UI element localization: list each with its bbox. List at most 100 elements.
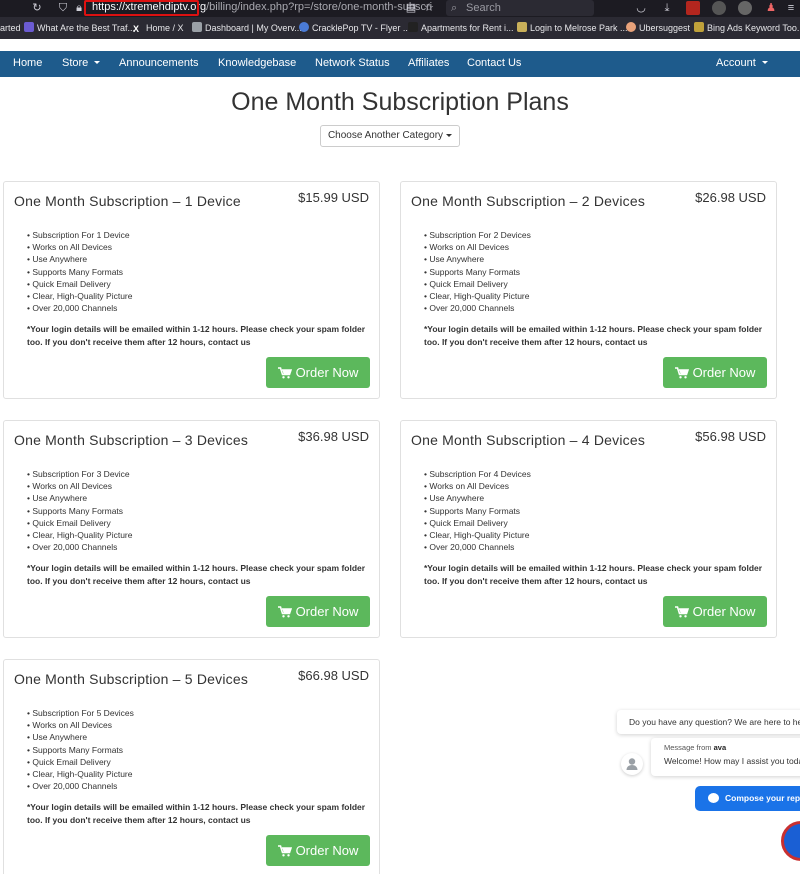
chat-message-bubble: Message from ava Welcome! How may I assi… bbox=[651, 738, 800, 776]
bookmark-star-icon[interactable]: ☆ bbox=[422, 1, 436, 15]
chevron-down-icon bbox=[94, 61, 101, 64]
order-now-label: Order Now bbox=[295, 843, 359, 858]
feature-item: Subscription For 5 Devices bbox=[27, 707, 134, 719]
search-placeholder: Search bbox=[466, 2, 501, 14]
extension-icon[interactable] bbox=[738, 1, 752, 15]
menu-icon[interactable]: ≡ bbox=[784, 1, 798, 15]
bookmark-item[interactable]: Bing Ads Keyword Too... bbox=[694, 22, 800, 36]
order-now-button[interactable]: Order Now bbox=[663, 357, 767, 388]
product-card: One Month Subscription – 2 Devices $26.9… bbox=[400, 181, 777, 399]
feature-item: Quick Email Delivery bbox=[27, 278, 133, 290]
choose-category-button[interactable]: Choose Another Category bbox=[320, 125, 460, 147]
bookmark-item[interactable]: What Are the Best Traf... bbox=[24, 22, 135, 36]
feature-item: Works on All Devices bbox=[424, 480, 531, 492]
agent-name: ava bbox=[713, 743, 727, 752]
nav-store-label: Store bbox=[62, 57, 89, 69]
bookmark-item[interactable]: Dashboard | My Overv... bbox=[192, 22, 302, 36]
favicon-icon bbox=[626, 22, 636, 32]
download-icon[interactable]: ⤓ bbox=[660, 1, 674, 15]
order-now-button[interactable]: Order Now bbox=[266, 596, 370, 627]
delivery-note: *Your login details will be emailed with… bbox=[27, 324, 366, 347]
order-now-label: Order Now bbox=[295, 365, 359, 380]
chevron-down-icon bbox=[446, 134, 453, 137]
order-now-button[interactable]: Order Now bbox=[266, 835, 370, 866]
nav-account[interactable]: Account bbox=[716, 57, 768, 69]
nav-account-label: Account bbox=[716, 57, 756, 69]
bookmark-item[interactable]: Apartments for Rent i... bbox=[408, 22, 514, 36]
nav-network-status[interactable]: Network Status bbox=[315, 57, 390, 69]
chat-launcher-button[interactable] bbox=[781, 821, 800, 861]
favicon-icon bbox=[694, 22, 704, 32]
feature-item: Supports Many Formats bbox=[27, 266, 133, 278]
extension-icon[interactable] bbox=[712, 1, 726, 15]
feature-list: Subscription For 2 Devices Works on All … bbox=[424, 229, 531, 314]
bookmarks-bar: arted What Are the Best Traf... X Home / … bbox=[0, 17, 800, 39]
pocket-icon[interactable]: ◡ bbox=[634, 1, 648, 15]
product-title: One Month Subscription – 3 Devices bbox=[14, 432, 249, 448]
page-title: One Month Subscription Plans bbox=[231, 88, 569, 116]
nav-announcements[interactable]: Announcements bbox=[119, 57, 199, 69]
feature-item: Supports Many Formats bbox=[27, 505, 133, 517]
search-icon: ⌕ bbox=[451, 2, 458, 14]
feature-item: Clear, High-Quality Picture bbox=[27, 529, 132, 541]
feature-list: Subscription For 3 Device Works on All D… bbox=[27, 468, 133, 553]
user-icon bbox=[626, 758, 638, 770]
feature-item: Supports Many Formats bbox=[27, 744, 134, 756]
feature-list: Subscription For 4 Devices Works on All … bbox=[424, 468, 531, 553]
nav-contact-us[interactable]: Contact Us bbox=[467, 57, 521, 69]
product-title: One Month Subscription – 1 Device bbox=[14, 193, 241, 209]
reader-view-icon[interactable]: ▤ bbox=[404, 1, 418, 15]
order-now-label: Order Now bbox=[295, 604, 359, 619]
extension-icon[interactable] bbox=[686, 1, 700, 15]
cart-icon bbox=[277, 845, 292, 857]
feature-item: Use Anywhere bbox=[27, 731, 134, 743]
favicon-icon bbox=[299, 22, 309, 32]
chat-greeting-bubble[interactable]: Do you have any question? We are here to… bbox=[617, 710, 800, 734]
nav-affiliates[interactable]: Affiliates bbox=[408, 57, 449, 69]
cart-icon bbox=[674, 606, 689, 618]
bookmark-item[interactable]: arted bbox=[0, 22, 21, 36]
nav-store[interactable]: Store bbox=[62, 57, 101, 69]
nav-home[interactable]: Home bbox=[13, 57, 42, 69]
compose-reply-label: Compose your rep bbox=[725, 793, 800, 803]
delivery-note: *Your login details will be emailed with… bbox=[424, 324, 763, 347]
feature-item: Quick Email Delivery bbox=[27, 756, 134, 768]
feature-item: Clear, High-Quality Picture bbox=[424, 529, 531, 541]
product-card: One Month Subscription – 3 Devices $36.9… bbox=[3, 420, 380, 638]
order-now-label: Order Now bbox=[692, 604, 756, 619]
reload-icon[interactable]: ↻ bbox=[30, 1, 44, 15]
feature-item: Over 20,000 Channels bbox=[27, 302, 133, 314]
feature-item: Subscription For 3 Device bbox=[27, 468, 133, 480]
product-card: One Month Subscription – 1 Device $15.99… bbox=[3, 181, 380, 399]
message-from: Message from ava bbox=[664, 743, 800, 752]
extension-icon[interactable]: ♟ bbox=[764, 1, 778, 15]
order-now-button[interactable]: Order Now bbox=[663, 596, 767, 627]
feature-item: Use Anywhere bbox=[27, 492, 133, 504]
nav-knowledgebase[interactable]: Knowledgebase bbox=[218, 57, 296, 69]
feature-item: Clear, High-Quality Picture bbox=[424, 290, 531, 302]
compose-reply-button[interactable]: Compose your rep bbox=[695, 786, 800, 811]
feature-item: Subscription For 2 Devices bbox=[424, 229, 531, 241]
feature-item: Supports Many Formats bbox=[424, 266, 531, 278]
product-card: One Month Subscription – 5 Devices $66.9… bbox=[3, 659, 380, 874]
delivery-note: *Your login details will be emailed with… bbox=[27, 563, 366, 586]
favicon-icon bbox=[408, 22, 418, 32]
browser-search-input[interactable]: ⌕ Search bbox=[446, 0, 594, 16]
x-logo-icon: X bbox=[133, 24, 140, 34]
choose-category-label: Choose Another Category bbox=[327, 130, 444, 141]
bookmark-item[interactable]: CracklePop TV - Flyer ... bbox=[299, 22, 410, 36]
order-now-button[interactable]: Order Now bbox=[266, 357, 370, 388]
main-navbar: Home Store Announcements Knowledgebase N… bbox=[0, 51, 800, 77]
bookmark-item[interactable]: X Home / X bbox=[133, 22, 184, 36]
bookmark-item[interactable]: Ubersuggest bbox=[626, 22, 690, 36]
chat-message-text: Welcome! How may I assist you toda bbox=[664, 756, 800, 766]
url-highlight-box bbox=[84, 0, 199, 16]
product-title: One Month Subscription – 2 Devices bbox=[411, 193, 646, 209]
bookmark-item[interactable]: Login to Melrose Park ... bbox=[517, 22, 628, 36]
agent-avatar bbox=[621, 753, 643, 775]
shield-icon[interactable]: ⛉ bbox=[56, 1, 70, 15]
delivery-note: *Your login details will be emailed with… bbox=[424, 563, 763, 586]
feature-item: Use Anywhere bbox=[424, 253, 531, 265]
cart-icon bbox=[277, 367, 292, 379]
cart-icon bbox=[674, 367, 689, 379]
